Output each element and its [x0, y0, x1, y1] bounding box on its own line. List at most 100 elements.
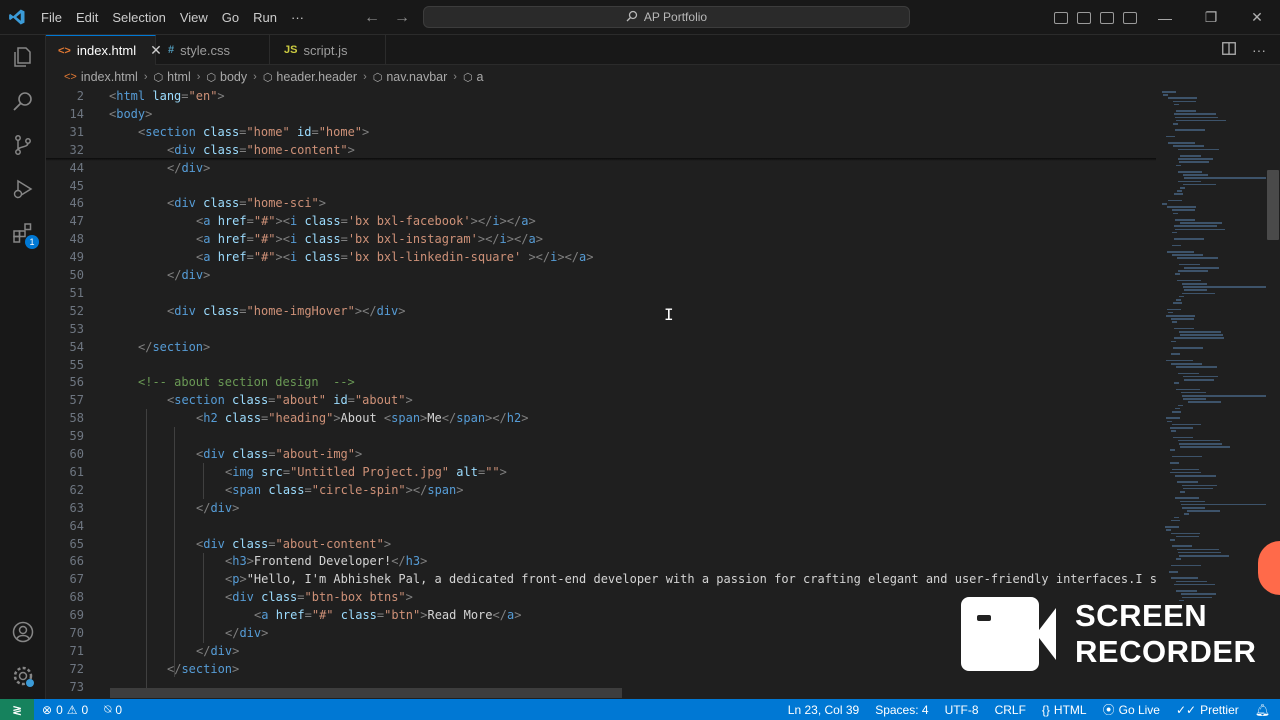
explorer-icon[interactable]	[0, 35, 46, 79]
code-token: =	[246, 214, 254, 229]
code-token: "Hello, I'm Abhishek Pal, a dedicated fr…	[246, 572, 1156, 587]
extensions-badge: 1	[25, 235, 39, 249]
language-mode[interactable]: {} HTML	[1034, 703, 1095, 717]
code-line[interactable]: 44 </div>	[46, 160, 1156, 178]
code-line[interactable]: 45	[46, 178, 1156, 196]
tab-style-css[interactable]: # style.css	[156, 35, 270, 65]
code-token: >	[232, 643, 240, 658]
encoding[interactable]: UTF-8	[937, 703, 987, 717]
tab-script-js[interactable]: JS script.js	[270, 35, 386, 65]
code-line[interactable]: 54 </section>	[46, 339, 1156, 357]
minimap-line	[1162, 203, 1168, 205]
code-token: </	[196, 643, 211, 658]
breadcrumb-item[interactable]: ⬡ body	[206, 70, 247, 84]
back-arrow-icon[interactable]: ←	[364, 9, 380, 27]
code-line[interactable]: 63 </div>	[46, 500, 1156, 518]
sticky-scroll-line[interactable]: 14 <body>	[46, 105, 1156, 124]
minimap-line	[1166, 417, 1181, 419]
minimap-line	[1182, 283, 1208, 285]
code-line[interactable]: 53	[46, 321, 1156, 339]
minimap-line	[1183, 375, 1219, 378]
breadcrumb-label: nav.navbar	[386, 70, 448, 84]
code-line[interactable]: 46 <div class="home-sci">	[46, 195, 1156, 213]
minimize-icon[interactable]: —	[1142, 0, 1188, 35]
code-line[interactable]: 59	[46, 428, 1156, 446]
problems-indicator[interactable]: ⊗ 0 ⚠ 0	[34, 703, 96, 717]
code-line[interactable]: 67 <p>"Hello, I'm Abhishek Pal, a dedicat…	[46, 571, 1156, 589]
go-live-button[interactable]: ⦿ Go Live	[1095, 701, 1168, 718]
customize-layout-icon[interactable]	[1123, 11, 1137, 24]
menu-item[interactable]: Run	[246, 0, 284, 35]
toggle-secondary-sidebar-icon[interactable]	[1100, 11, 1114, 24]
code-line[interactable]: 56 <!-- about section design -->	[46, 374, 1156, 392]
toggle-primary-sidebar-icon[interactable]	[1054, 11, 1068, 24]
indentation[interactable]: Spaces: 4	[867, 703, 936, 717]
cursor-position[interactable]: Ln 23, Col 39	[780, 703, 867, 717]
sticky-scroll-line[interactable]: 31 <section class="home" id="home">	[46, 123, 1156, 142]
notifications-bell-icon[interactable]: 🔔︎	[1247, 703, 1280, 717]
code-token: =	[239, 303, 247, 318]
breadcrumb-item[interactable]: ⬡ html	[154, 70, 191, 84]
title-bar: File Edit Selection View Go Run ··· ← → AP Por…	[0, 0, 1280, 35]
code-line[interactable]: 57 <section class="about" id="about">	[46, 392, 1156, 410]
code-line[interactable]: 61 <img src="Untitled Project.jpg" alt=""…	[46, 464, 1156, 482]
code-line[interactable]: 50 </div>	[46, 267, 1156, 285]
source-control-icon[interactable]	[0, 123, 46, 167]
code-line[interactable]: 55	[46, 357, 1156, 375]
prettier-status[interactable]: ✓✓ Prettier	[1168, 703, 1247, 717]
code-line[interactable]: 64	[46, 518, 1156, 536]
code-line[interactable]: 60 <div class="about-img">	[46, 446, 1156, 464]
search-view-icon[interactable]	[0, 79, 46, 123]
code-token: 'bx bxl-linkedin-square'	[347, 250, 522, 265]
code-line[interactable]: 58 <h2 class="heading">About <span>Me</sp…	[46, 410, 1156, 428]
css-file-icon: #	[168, 44, 175, 56]
minimap-line	[1171, 353, 1180, 355]
tab-index-html[interactable]: <> index.html ✕	[46, 35, 162, 65]
minimap-line	[1179, 161, 1209, 163]
chevron-right-icon: ›	[453, 71, 457, 83]
end-of-line[interactable]: CRLF	[987, 703, 1034, 717]
code-token: About	[340, 411, 384, 426]
menu-item[interactable]: File	[34, 0, 69, 35]
minimap-line	[1180, 222, 1223, 224]
code-line[interactable]: 51	[46, 285, 1156, 303]
code-text: <a href="#"><i class='bx bxl-instagram'>…	[196, 231, 543, 249]
forward-arrow-icon[interactable]: →	[394, 9, 410, 27]
breadcrumb-item[interactable]: ⬡ a	[463, 70, 484, 84]
run-debug-icon[interactable]	[0, 167, 46, 211]
sticky-scroll-line[interactable]: 2 <html lang="en">	[46, 88, 1156, 106]
menu-item[interactable]: Go	[215, 0, 246, 35]
menu-item[interactable]: View	[173, 0, 215, 35]
toggle-panel-icon[interactable]	[1077, 11, 1091, 24]
breadcrumb-item[interactable]: <> index.html	[64, 70, 138, 84]
code-token: div	[174, 142, 196, 157]
vertical-scrollbar-thumb[interactable]	[1267, 170, 1279, 240]
code-token: =	[297, 590, 305, 605]
manage-gear-icon[interactable]	[0, 654, 46, 698]
sticky-scroll-line[interactable]: 32 <div class="home-content">	[46, 141, 1156, 160]
split-editor-icon[interactable]	[1222, 42, 1236, 58]
code-line[interactable]: 47 <a href="#"><i class='bx bxl-facebook'…	[46, 213, 1156, 231]
code-line[interactable]: 65 <div class="about-content">	[46, 536, 1156, 554]
code-line[interactable]: 49 <a href="#"><i class='bx bxl-linkedin-…	[46, 249, 1156, 267]
close-window-icon[interactable]: ✕	[1234, 0, 1280, 35]
code-line[interactable]: 52 <div class="home-imgHover"></div>	[46, 303, 1156, 321]
ports-indicator[interactable]: ⍉ 0	[96, 702, 130, 717]
remote-indicator-icon[interactable]: ≷	[0, 699, 34, 720]
horizontal-scrollbar-thumb[interactable]	[110, 688, 622, 698]
code-line[interactable]: 66 <h3>Frontend Developer!</h3>	[46, 553, 1156, 571]
breadcrumb-item[interactable]: ⬡ header.header	[263, 70, 357, 84]
menu-item[interactable]: ···	[284, 0, 311, 35]
restore-icon[interactable]: ❐	[1188, 0, 1234, 35]
extensions-icon[interactable]: 1	[0, 211, 46, 255]
command-center[interactable]: AP Portfolio	[423, 6, 910, 28]
breadcrumb-item[interactable]: ⬡ nav.navbar	[373, 70, 448, 84]
minimap-line	[1184, 379, 1214, 381]
code-line[interactable]: 62 <span class="circle-spin"></span>	[46, 482, 1156, 500]
code-line[interactable]: 48 <a href="#"><i class='bx bxl-instagram…	[46, 231, 1156, 249]
account-icon[interactable]	[0, 610, 46, 654]
more-actions-icon[interactable]: ···	[1252, 42, 1266, 58]
menu-item[interactable]: Edit	[69, 0, 105, 35]
menu-item[interactable]: Selection	[105, 0, 172, 35]
code-token: class	[261, 590, 298, 605]
